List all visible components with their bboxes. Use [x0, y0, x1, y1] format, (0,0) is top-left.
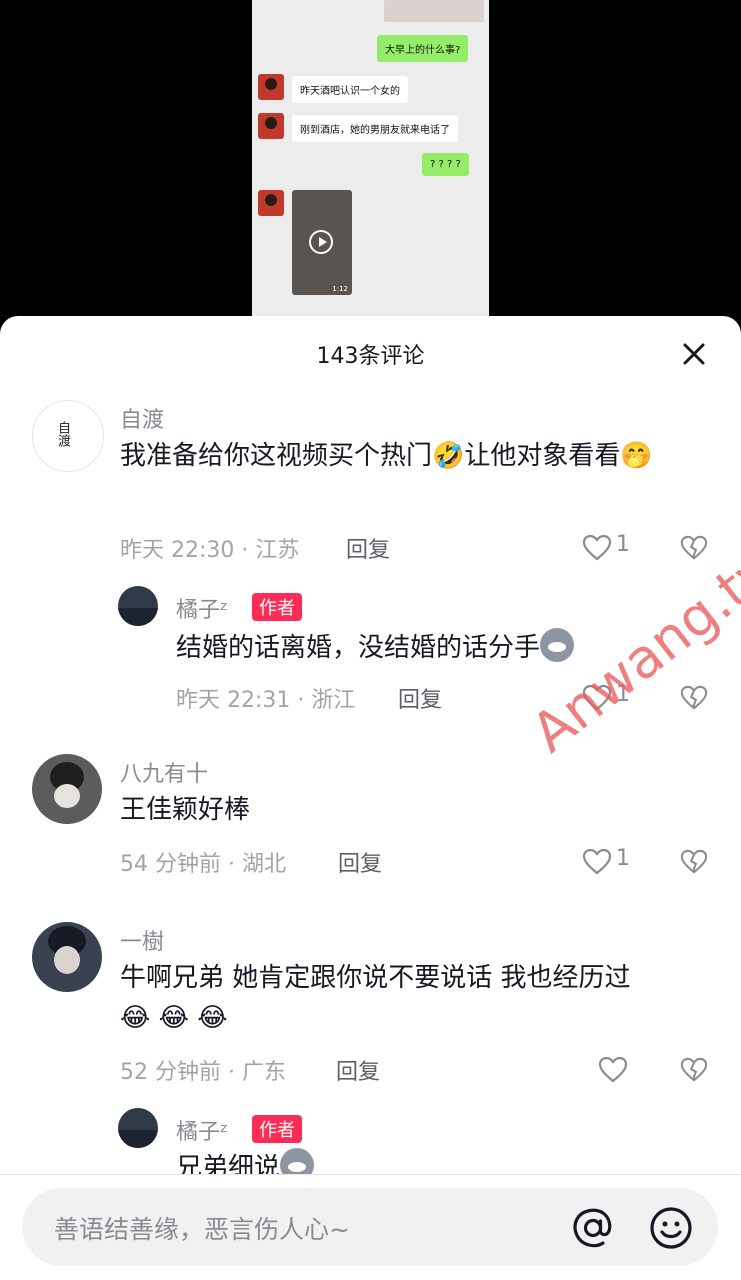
comment-username[interactable]: 八九有十: [120, 756, 208, 788]
dislike-icon[interactable]: [680, 848, 708, 876]
like-count: 1: [616, 846, 630, 871]
like-count: 1: [616, 532, 630, 557]
comment-username[interactable]: 橘子ᶻ: [176, 1114, 228, 1146]
avatar[interactable]: [32, 922, 102, 992]
play-icon: [309, 230, 333, 254]
comment-username[interactable]: 自渡: [120, 402, 164, 434]
comment-sheet: 143条评论 自渡 自渡 我准备给你这视频买个热门🤣让他对象看看🤭 昨天 22:…: [0, 316, 741, 1280]
emoji-icon[interactable]: [648, 1205, 694, 1251]
heart-icon[interactable]: [582, 848, 612, 876]
dislike-icon[interactable]: [680, 534, 708, 562]
comment-text: 我准备给你这视频买个热门🤣让他对象看看🤭: [120, 441, 653, 471]
heart-icon[interactable]: [598, 1056, 628, 1084]
comment-username[interactable]: 一樹: [120, 924, 164, 956]
chat-image-thumbnail: [384, 0, 484, 22]
video-player[interactable]: 大早上的什么事? 昨天酒吧认识一个女的 刚到酒店，她的男朋友就来电话了 ? ? …: [0, 0, 741, 330]
reply-button[interactable]: 回复: [338, 846, 382, 878]
reply-button[interactable]: 回复: [346, 532, 390, 564]
comment-count-title: 143条评论: [316, 344, 425, 369]
mention-icon[interactable]: [570, 1205, 616, 1251]
chat-video-message: 1:12: [292, 190, 352, 295]
close-icon[interactable]: [680, 340, 708, 368]
comment-time-location: 52 分钟前 · 广东: [120, 1060, 286, 1085]
wolf-emoji-icon: [540, 628, 575, 662]
avatar-text: 自渡: [55, 421, 70, 447]
avatar[interactable]: [118, 586, 158, 626]
comment-text: 牛啊兄弟 她肯定跟你说不要说话 我也经历过: [120, 963, 631, 993]
comment-time-location: 昨天 22:30 · 江苏: [120, 538, 300, 563]
avatar[interactable]: [32, 754, 102, 824]
chat-bubble: 大早上的什么事?: [377, 35, 469, 62]
chat-avatar: [258, 190, 284, 216]
chat-bubble: 昨天酒吧认识一个女的: [292, 76, 408, 103]
comment-time-location: 54 分钟前 · 湖北: [120, 852, 286, 877]
reply-button[interactable]: 回复: [336, 1054, 380, 1086]
author-badge: 作者: [252, 593, 302, 621]
comment-time-location: 昨天 22:31 · 浙江: [176, 688, 356, 713]
chat-screenshot: 大早上的什么事? 昨天酒吧认识一个女的 刚到酒店，她的男朋友就来电话了 ? ? …: [252, 0, 489, 330]
reply-button[interactable]: 回复: [398, 682, 442, 714]
avatar[interactable]: [118, 1108, 158, 1148]
chat-avatar: [258, 74, 284, 100]
comment-input[interactable]: 善语结善缘，恶言伤人心~: [22, 1188, 718, 1266]
chat-avatar: [258, 113, 284, 139]
dislike-icon[interactable]: [680, 684, 708, 712]
chat-bubble: ? ? ? ?: [422, 153, 469, 176]
chat-bubble: 刚到酒店，她的男朋友就来电话了: [292, 115, 458, 142]
video-duration: 1:12: [332, 285, 348, 293]
comment-input-placeholder: 善语结善缘，恶言伤人心~: [54, 1215, 350, 1244]
comment-emoji-line: 😂 😂 😂: [120, 1003, 228, 1033]
dislike-icon[interactable]: [680, 1056, 708, 1084]
comment-username[interactable]: 橘子ᶻ: [176, 592, 228, 624]
comment-text: 王佳颖好棒: [120, 795, 251, 825]
avatar[interactable]: 自渡: [32, 400, 104, 472]
author-badge: 作者: [252, 1115, 302, 1143]
heart-icon[interactable]: [582, 534, 612, 562]
